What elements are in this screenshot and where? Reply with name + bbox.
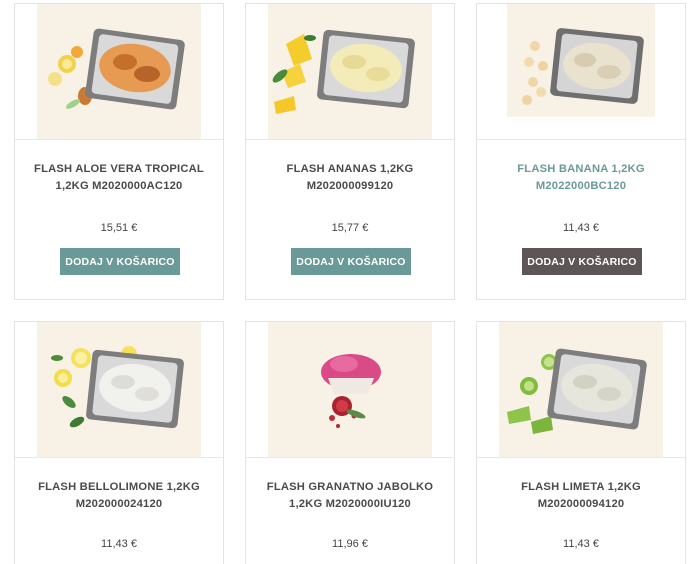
product-title[interactable]: FLASH ALOE VERA TROPICAL 1,2KG M2020000A… [15, 161, 223, 195]
product-title-line2: M2022000BC120 [535, 180, 627, 192]
product-price: 11,43 € [101, 538, 137, 550]
product-title-line1: FLASH GRANATNO JABOLKO [266, 481, 434, 493]
product-title-line2: M202000094120 [537, 498, 625, 510]
gelato-tray-aloe-tropical-icon [48, 28, 185, 110]
product-title-line1: FLASH BANANA 1,2KG [517, 163, 645, 175]
add-to-cart-button[interactable]: DODAJ V KOŠARICO [522, 248, 642, 275]
product-price: 15,51 € [100, 222, 138, 234]
product-card[interactable]: FLASH ALOE VERA TROPICAL 1,2KG M2020000A… [14, 3, 224, 300]
gelato-tray-banana-icon [522, 28, 644, 105]
add-to-cart-button[interactable]: DODAJ V KOŠARICO [60, 248, 180, 275]
product-title-line2: 1,2KG M2020000AC120 [55, 180, 183, 192]
product-title-line1: FLASH LIMETA 1,2KG [521, 481, 641, 493]
product-image[interactable] [477, 4, 685, 140]
gelato-tray-lemon-icon [51, 346, 184, 429]
product-price: 11,43 € [563, 538, 599, 550]
product-title[interactable]: FLASH BANANA 1,2KG M2022000BC120 [477, 161, 685, 195]
product-card[interactable]: FLASH GRANATNO JABOLKO 1,2KG M2020000IU1… [245, 321, 455, 564]
product-title[interactable]: FLASH LIMETA 1,2KG M202000094120 [477, 479, 685, 513]
product-price: 11,96 € [332, 538, 368, 550]
product-title-line1: FLASH BELLOLIMONE 1,2KG [38, 481, 200, 493]
product-image[interactable] [246, 4, 454, 140]
product-title[interactable]: FLASH GRANATNO JABOLKO 1,2KG M2020000IU1… [246, 479, 454, 513]
product-card[interactable]: FLASH ANANAS 1,2KG M202000099120 15,77 €… [245, 3, 455, 300]
product-title[interactable]: FLASH ANANAS 1,2KG M202000099120 [246, 161, 454, 195]
product-card[interactable]: FLASH LIMETA 1,2KG M202000094120 11,43 € [476, 321, 686, 564]
product-title-line2: M202000099120 [306, 180, 394, 192]
product-image[interactable] [15, 322, 223, 458]
product-title[interactable]: FLASH BELLOLIMONE 1,2KG M202000024120 [15, 479, 223, 513]
gelato-tray-lime-icon [507, 348, 647, 434]
add-to-cart-button[interactable]: DODAJ V KOŠARICO [291, 248, 411, 275]
product-price: 15,77 € [331, 222, 369, 234]
product-image[interactable] [15, 4, 223, 140]
product-card[interactable]: FLASH BELLOLIMONE 1,2KG M202000024120 11… [14, 321, 224, 564]
product-title-line1: FLASH ALOE VERA TROPICAL [34, 163, 204, 175]
product-image[interactable] [477, 322, 685, 458]
product-price: 11,43 € [563, 222, 599, 234]
gelato-cone-pomegranate-icon [321, 354, 381, 428]
product-title-line2: M202000024120 [75, 498, 163, 510]
product-title-line1: FLASH ANANAS 1,2KG [286, 163, 414, 175]
product-image[interactable] [246, 322, 454, 458]
product-title-line2: 1,2KG M2020000IU120 [289, 498, 411, 510]
product-card[interactable]: FLASH BANANA 1,2KG M2022000BC120 11,43 €… [476, 3, 686, 300]
gelato-tray-pineapple-icon [272, 29, 415, 114]
